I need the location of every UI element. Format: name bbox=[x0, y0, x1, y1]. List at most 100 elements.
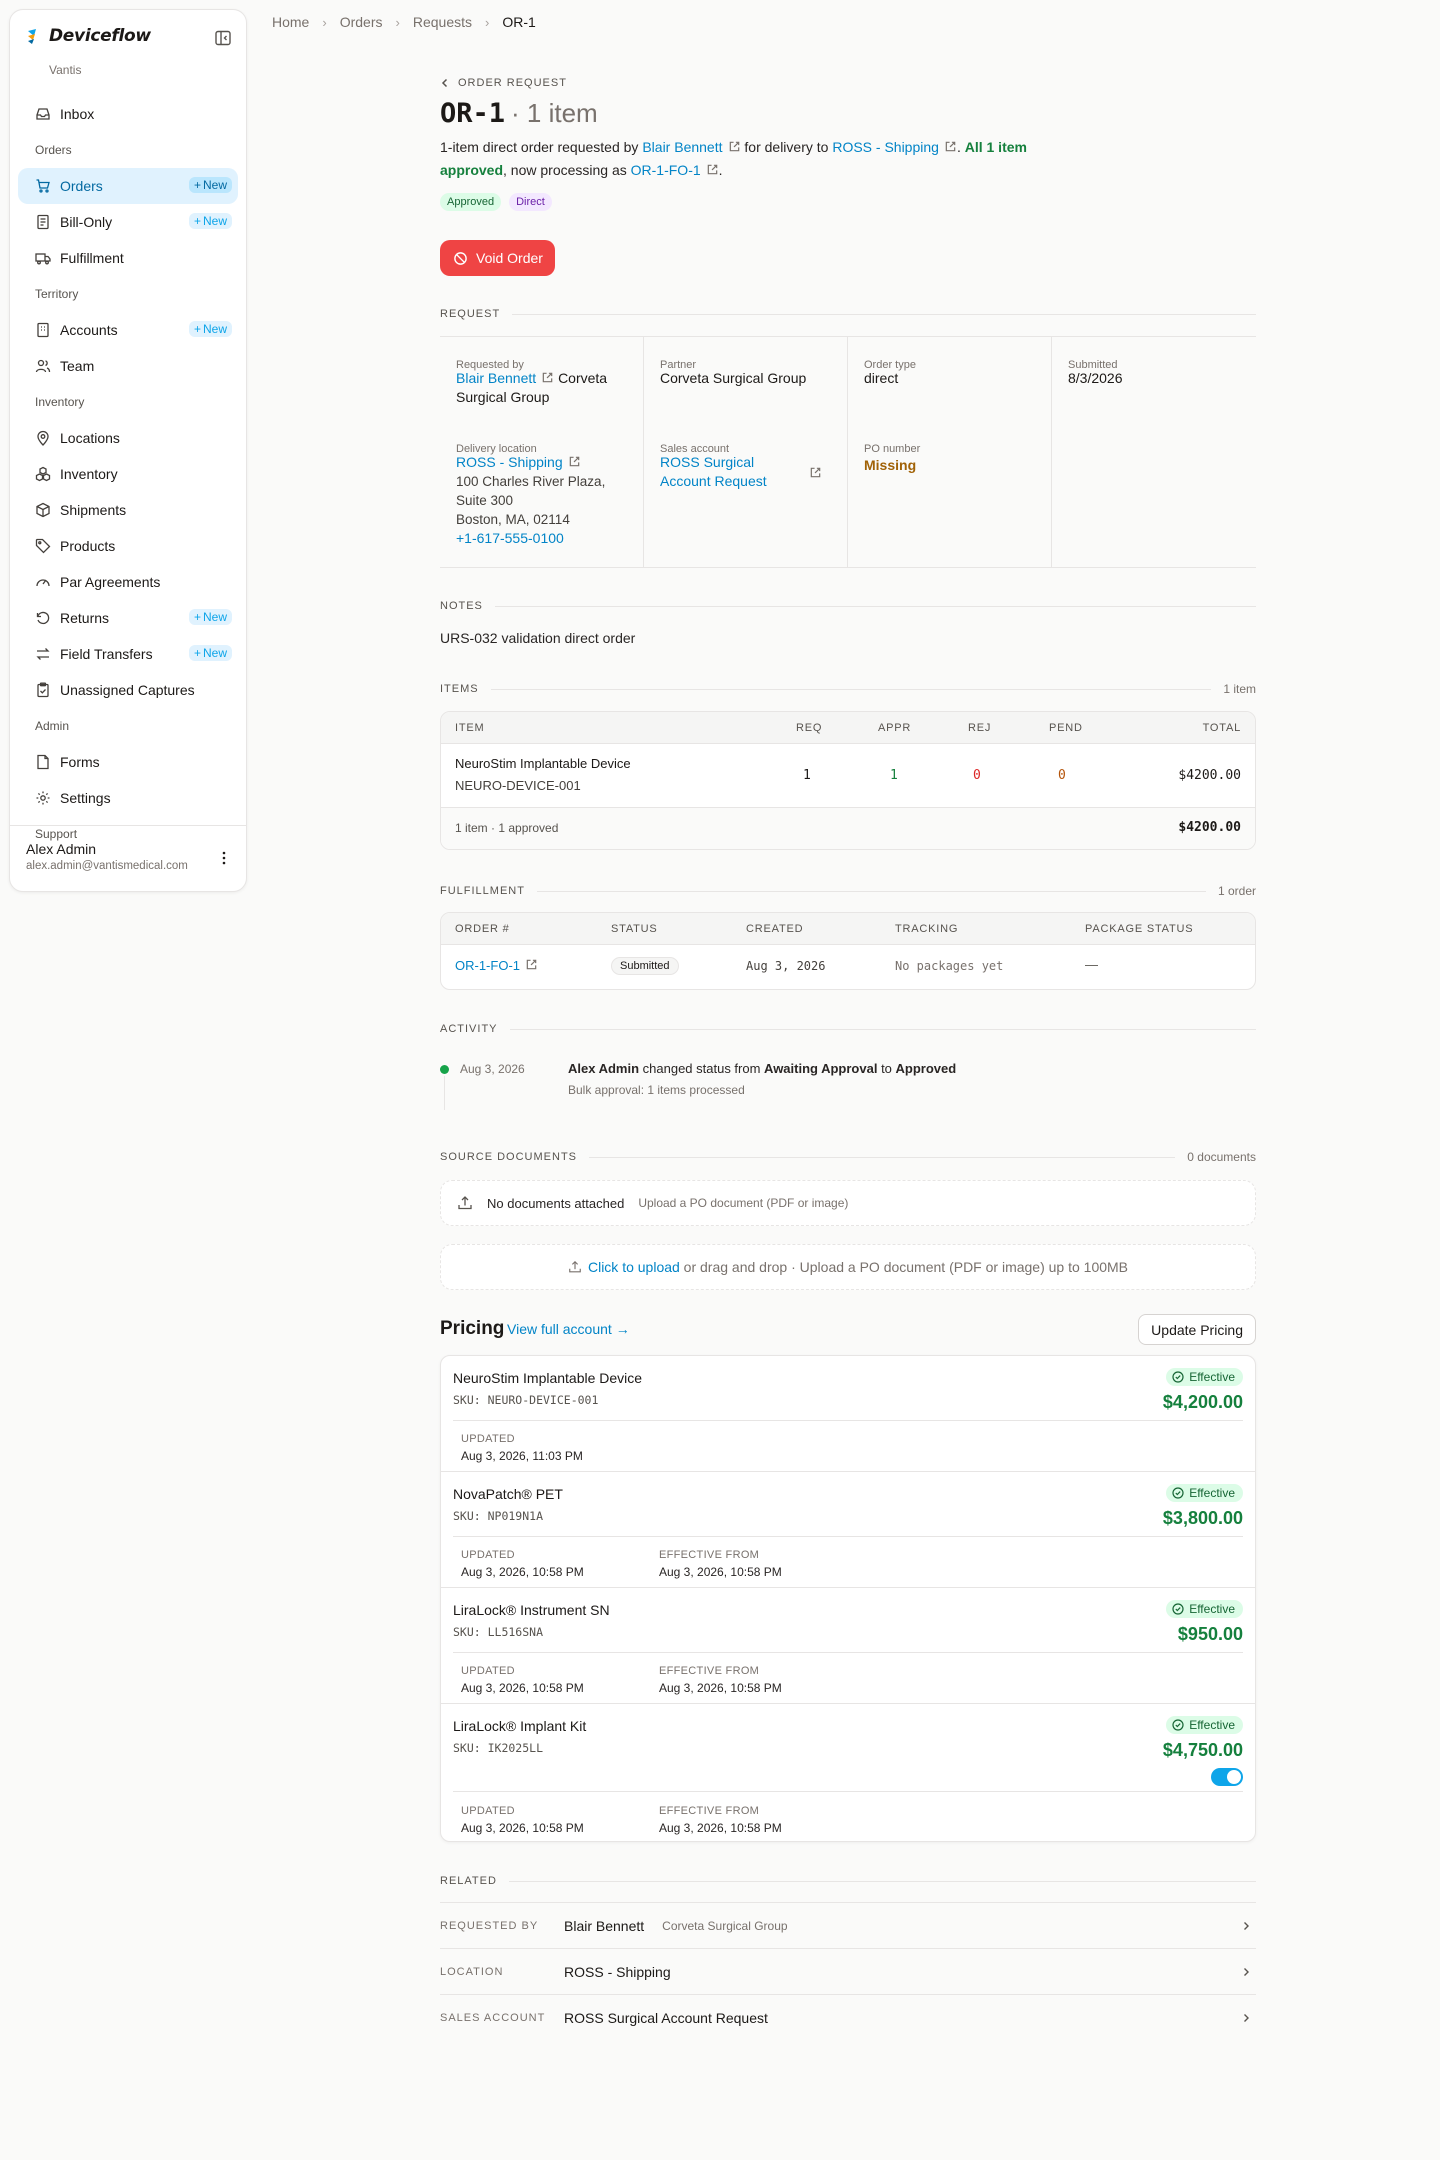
pricing-title: Pricing bbox=[440, 1318, 505, 1339]
section-title: Request bbox=[440, 308, 501, 320]
fulfillment-created: Aug 3, 2026 bbox=[746, 959, 826, 973]
price-active-toggle[interactable] bbox=[1211, 1768, 1243, 1786]
sidebar-item-label: Team bbox=[60, 358, 95, 374]
plus-icon: + bbox=[193, 322, 201, 336]
sidebar-item-returns[interactable]: Returns + New bbox=[18, 600, 238, 636]
sidebar-item-fulfillment[interactable]: Fulfillment bbox=[18, 240, 238, 276]
address-line: Suite 300 bbox=[456, 493, 514, 508]
truck-icon bbox=[35, 253, 51, 265]
void-order-label: Void Order bbox=[476, 250, 543, 266]
user-email: alex.admin@vantismedical.com bbox=[26, 860, 188, 872]
sidebar-nav: Inbox Orders Orders + New Bill-Only + New … bbox=[10, 96, 246, 852]
breadcrumb-home[interactable]: Home bbox=[272, 14, 309, 30]
item-pend: 0 bbox=[1058, 768, 1066, 783]
summary-text: . bbox=[718, 162, 723, 178]
sidebar-collapse-icon[interactable] bbox=[214, 29, 232, 47]
new-return-button[interactable]: + New bbox=[188, 609, 232, 625]
table-header: Item Req Appr Rej Pend Total bbox=[441, 712, 1255, 744]
activity-text: Alex Admin changed status from Awaiting … bbox=[568, 1061, 957, 1076]
table-row[interactable]: OR-1-FO-1 Submitted Aug 3, 2026 No packa… bbox=[441, 945, 1255, 989]
sidebar-item-locations[interactable]: Locations bbox=[18, 420, 238, 456]
sidebar-item-unassigned-captures[interactable]: Unassigned Captures bbox=[18, 672, 238, 708]
request-col-partner: Partner Corveta Surgical Group Sales acc… bbox=[644, 337, 848, 567]
items-footer-summary: 1 item · 1 approved bbox=[455, 821, 559, 835]
section-title: Items bbox=[440, 683, 479, 695]
external-link-icon[interactable] bbox=[809, 466, 822, 479]
more-vertical-icon[interactable] bbox=[216, 850, 232, 866]
activity-section-header: Activity bbox=[440, 1023, 1256, 1035]
timeline-line bbox=[444, 1076, 445, 1110]
status-badges: Approved Direct bbox=[440, 193, 552, 211]
pricing-item-price: $3,800.00 bbox=[1162, 1508, 1243, 1528]
breadcrumb-orders[interactable]: Orders bbox=[340, 14, 383, 30]
address-line: 100 Charles River Plaza, bbox=[456, 474, 606, 489]
effective-from-label: Effective From bbox=[659, 1805, 760, 1817]
view-full-account-link[interactable]: View full account → bbox=[507, 1321, 630, 1337]
delivery-location-link[interactable]: ROSS - Shipping bbox=[456, 454, 581, 470]
documents-empty-title: No documents attached bbox=[487, 1195, 625, 1211]
items-section-header: Items 1 item bbox=[440, 682, 1256, 696]
sidebar-item-field-transfers[interactable]: Field Transfers + New bbox=[18, 636, 238, 672]
sidebar-item-products[interactable]: Products bbox=[18, 528, 238, 564]
sidebar-item-orders[interactable]: Orders + New bbox=[18, 168, 238, 204]
sidebar-item-accounts[interactable]: Accounts + New bbox=[18, 312, 238, 348]
sidebar-item-label: Shipments bbox=[60, 502, 127, 518]
new-bill-only-button[interactable]: + New bbox=[188, 213, 232, 229]
updated-label: Updated bbox=[461, 1805, 515, 1817]
notes-section-header: Notes bbox=[440, 600, 1256, 612]
pricing-item[interactable]: NovaPatch® PET SKU: NP019N1A Effective $… bbox=[441, 1472, 1255, 1588]
items-table: Item Req Appr Rej Pend Total NeuroStim I… bbox=[440, 711, 1256, 850]
delivery-location-value: ROSS - Shipping 100 Charles River Plaza,… bbox=[456, 453, 631, 548]
requester-link[interactable]: Blair Bennett bbox=[642, 139, 740, 155]
new-account-button[interactable]: + New bbox=[188, 321, 232, 337]
table-row[interactable]: NeuroStim Implantable Device NEURO-DEVIC… bbox=[441, 744, 1255, 808]
order-type-value: direct bbox=[864, 370, 899, 386]
divider bbox=[453, 1420, 1243, 1421]
sidebar-item-inventory[interactable]: Inventory bbox=[18, 456, 238, 492]
fulfillment-order-link[interactable]: OR-1-FO-1 bbox=[455, 958, 538, 973]
sidebar-item-par-agreements[interactable]: Par Agreements bbox=[18, 564, 238, 600]
related-sales-account-row[interactable]: Sales Account ROSS Surgical Account Requ… bbox=[440, 1994, 1256, 2040]
updated-label: Updated bbox=[461, 1433, 515, 1445]
summary-text: , now processing as bbox=[503, 162, 631, 178]
sidebar-item-bill-only[interactable]: Bill-Only + New bbox=[18, 204, 238, 240]
new-field-transfer-button[interactable]: + New bbox=[188, 645, 232, 661]
location-link[interactable]: ROSS - Shipping bbox=[832, 139, 957, 155]
related-location-row[interactable]: Location ROSS - Shipping bbox=[440, 1948, 1256, 1994]
requested-by-link[interactable]: Blair Bennett bbox=[456, 370, 554, 386]
column-header: Appr bbox=[878, 722, 912, 734]
pricing-item-name: NovaPatch® PET bbox=[453, 1486, 563, 1502]
notes-text: URS-032 validation direct order bbox=[440, 630, 636, 646]
status-badge-approved: Approved bbox=[440, 193, 502, 211]
sidebar-item-team[interactable]: Team bbox=[18, 348, 238, 384]
fulfillment-order-link[interactable]: OR-1-FO-1 bbox=[631, 162, 719, 178]
plus-icon: + bbox=[193, 214, 201, 228]
pricing-item[interactable]: LiraLock® Implant Kit SKU: IK2025LL Effe… bbox=[441, 1704, 1255, 1843]
back-to-order-requests[interactable]: Order Request bbox=[440, 77, 567, 89]
sidebar-item-inbox[interactable]: Inbox bbox=[18, 96, 238, 132]
divider bbox=[453, 1652, 1243, 1653]
new-order-button[interactable]: + New bbox=[188, 177, 232, 193]
brand[interactable]: Deviceflow bbox=[25, 26, 151, 46]
sales-account-link[interactable]: ROSS Surgical Account Request bbox=[660, 454, 767, 489]
pricing-item[interactable]: LiraLock® Instrument SN SKU: LL516SNA Ef… bbox=[441, 1588, 1255, 1704]
user-profile[interactable]: Alex Admin alex.admin@vantismedical.com bbox=[10, 825, 246, 891]
chevron-right-icon bbox=[1244, 2013, 1249, 2022]
breadcrumb-requests[interactable]: Requests bbox=[413, 14, 472, 30]
update-pricing-button[interactable]: Update Pricing bbox=[1138, 1314, 1256, 1345]
pricing-item[interactable]: NeuroStim Implantable Device SKU: NEURO-… bbox=[441, 1356, 1255, 1472]
delivery-phone-link[interactable]: +1-617-555-0100 bbox=[456, 530, 564, 546]
void-order-button[interactable]: Void Order bbox=[440, 240, 555, 276]
updated-label: Updated bbox=[461, 1549, 515, 1561]
related-requested-by-row[interactable]: Requested By Blair Bennett Corveta Surgi… bbox=[440, 1902, 1256, 1948]
column-header: Tracking bbox=[895, 923, 959, 935]
document-upload-dropzone[interactable]: Click to upload or drag and drop · Uploa… bbox=[440, 1244, 1256, 1290]
sidebar-item-shipments[interactable]: Shipments bbox=[18, 492, 238, 528]
sidebar-item-forms[interactable]: Forms bbox=[18, 744, 238, 780]
divider bbox=[453, 1536, 1243, 1537]
sidebar-item-settings[interactable]: Settings bbox=[18, 780, 238, 816]
click-to-upload-link[interactable]: Click to upload bbox=[588, 1259, 680, 1275]
request-col-order-type: Order type direct PO number Missing bbox=[848, 337, 1052, 567]
section-title: Fulfillment bbox=[440, 885, 525, 897]
type-badge-direct: Direct bbox=[509, 193, 552, 211]
